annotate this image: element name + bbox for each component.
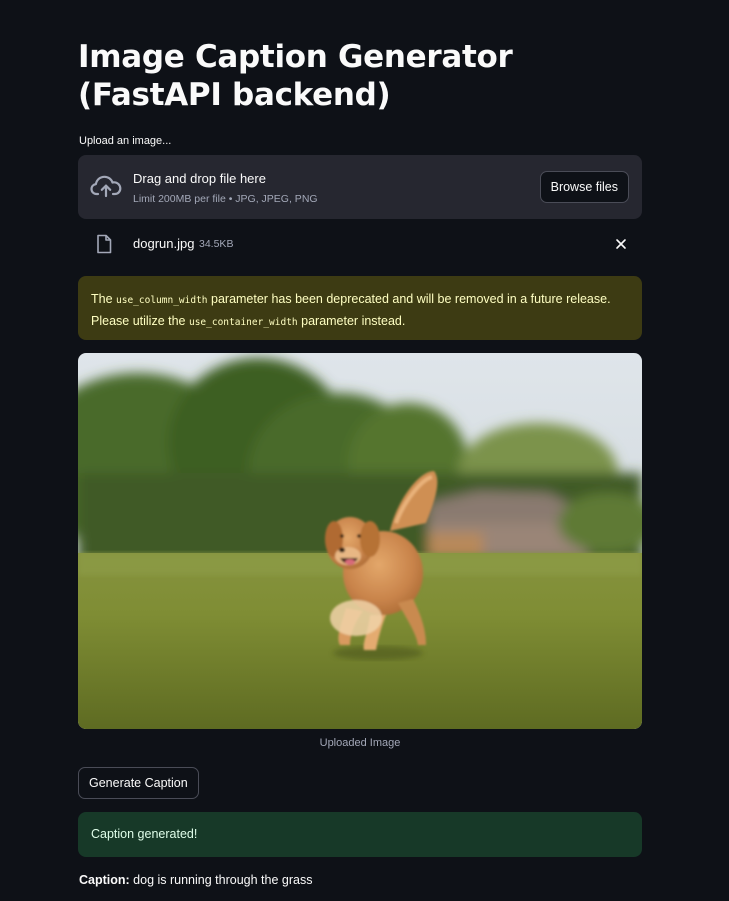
caption-result: Caption: dog is running through the gras… — [79, 873, 312, 887]
deprecation-warning: The use_column_width parameter has been … — [78, 276, 642, 340]
uploaded-file-row: dogrun.jpg 34.5KB — [78, 229, 642, 259]
file-size: 34.5KB — [199, 238, 234, 250]
upload-label: Upload an image... — [79, 135, 172, 147]
success-alert: Caption generated! — [78, 812, 642, 857]
dropzone-limit-text: Limit 200MB per file • JPG, JPEG, PNG — [133, 193, 318, 205]
uploaded-dog-image — [78, 353, 642, 729]
dropzone-instructions: Drag and drop file here — [133, 171, 266, 186]
file-name: dogrun.jpg — [133, 236, 195, 251]
file-dropzone[interactable]: Drag and drop file here Limit 200MB per … — [78, 155, 642, 219]
cloud-upload-icon — [90, 175, 122, 198]
caption-text: dog is running through the grass — [129, 873, 313, 887]
generate-caption-button[interactable]: Generate Caption — [78, 767, 199, 799]
image-caption: Uploaded Image — [319, 737, 401, 749]
warning-text: parameter instead. — [297, 314, 406, 328]
warning-code-container-width: use_container_width — [188, 317, 298, 328]
page-title: Image Caption Generator (FastAPI backend… — [78, 39, 513, 113]
warning-code-column-width: use_column_width — [116, 295, 208, 306]
browse-files-button[interactable]: Browse files — [539, 171, 629, 203]
caption-label: Caption: — [79, 873, 130, 887]
file-icon — [97, 234, 112, 254]
close-icon[interactable] — [614, 237, 628, 251]
warning-text: The — [91, 292, 117, 306]
